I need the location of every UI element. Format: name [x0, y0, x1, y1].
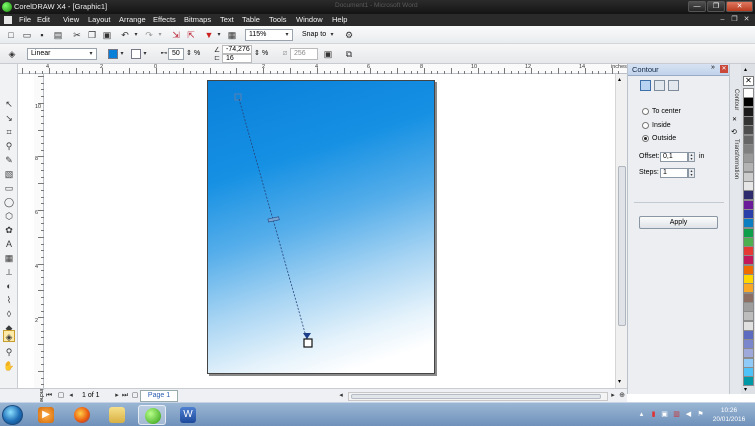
- steps-spinner[interactable]: ▴ ▾: [688, 168, 695, 178]
- taskbar-word[interactable]: W: [174, 405, 202, 425]
- docker-header: Contour » ✕: [628, 64, 730, 76]
- fill-direction-arrow-icon: [303, 333, 311, 339]
- offset-input[interactable]: 0,1: [660, 152, 688, 162]
- add-page-before-icon[interactable]: ▢: [57, 391, 65, 400]
- first-page-icon[interactable]: ⏮: [45, 391, 53, 400]
- docker-close-icon[interactable]: ✕: [720, 65, 728, 73]
- taskbar-explorer[interactable]: [103, 405, 131, 425]
- taskbar-firefox[interactable]: [68, 405, 96, 425]
- fill-start-handle[interactable]: [234, 93, 242, 101]
- next-page-icon[interactable]: ▸: [113, 391, 121, 400]
- offset-label: Offset:: [639, 153, 660, 160]
- palette-scroll-down-icon[interactable]: ▾: [744, 386, 747, 393]
- page-tab[interactable]: Page 1: [140, 390, 178, 402]
- media-player-icon: ▶: [38, 407, 54, 423]
- last-page-icon[interactable]: ⏭: [121, 391, 129, 400]
- horizontal-scrollbar[interactable]: [348, 392, 608, 401]
- taskbar-media-player[interactable]: ▶: [32, 405, 60, 425]
- steps-label: Steps:: [639, 169, 659, 176]
- tray-network-icon[interactable]: ▥: [673, 411, 680, 418]
- tray-flag-icon[interactable]: ⚑: [697, 411, 704, 418]
- color-swatch[interactable]: [743, 376, 754, 387]
- tray-alert-icon[interactable]: ▮: [650, 411, 657, 418]
- coreldraw-icon: [145, 408, 161, 424]
- page-count: 1 of 1: [82, 392, 100, 399]
- inside-label: Inside: [652, 122, 671, 129]
- contour-preset-icon[interactable]: [640, 80, 651, 91]
- midpoint-slider-handle[interactable]: [267, 216, 280, 223]
- divider: [634, 202, 724, 203]
- scroll-down-icon[interactable]: ▾: [618, 378, 621, 385]
- docker-title: Contour: [632, 65, 659, 74]
- steps-input[interactable]: 1: [660, 168, 688, 178]
- color-palette: ▴ ✕ ▾: [741, 64, 755, 394]
- tab-transformation[interactable]: Transformation: [731, 139, 741, 179]
- taskbar-coreldraw[interactable]: [138, 405, 166, 425]
- outside-radio[interactable]: [642, 135, 649, 142]
- to-center-radio[interactable]: [642, 108, 649, 115]
- docker-expand-icon[interactable]: »: [711, 64, 715, 71]
- tab-contour[interactable]: Contour: [731, 89, 741, 110]
- tray-volume-icon[interactable]: ◀: [685, 411, 692, 418]
- tray-expand-icon[interactable]: ▴: [638, 411, 645, 418]
- docker-tab-strip: Contour ✕ ⟲ Transformation: [729, 64, 741, 394]
- offset-unit: in: [699, 153, 705, 160]
- folder-icon: [109, 407, 125, 423]
- windows-taskbar: ▶ W ▴ ▮ ▣ ▥ ◀ ⚑ 10:26 20/01/2016: [0, 402, 755, 426]
- taskbar-clock[interactable]: 10:26 20/01/2016: [708, 406, 750, 424]
- outside-label: Outside: [652, 135, 677, 142]
- fill-end-handle[interactable]: [303, 338, 313, 348]
- tray-display-icon[interactable]: ▣: [661, 411, 668, 418]
- no-color-swatch[interactable]: ✕: [743, 76, 754, 86]
- start-button[interactable]: [2, 405, 23, 425]
- offset-spinner[interactable]: ▴ ▾: [688, 152, 695, 162]
- palette-scroll-up-icon[interactable]: ▴: [744, 66, 747, 73]
- scroll-left-icon[interactable]: ◂: [337, 391, 345, 400]
- tab-close-icon[interactable]: ✕: [732, 116, 737, 123]
- transformation-icon: ⟲: [731, 129, 737, 136]
- navigator-icon[interactable]: ⊕: [618, 391, 626, 400]
- firefox-icon: [74, 407, 90, 423]
- clock-date: 20/01/2016: [712, 416, 746, 423]
- contour-fill-color-icon[interactable]: [668, 80, 679, 91]
- word-icon: W: [180, 407, 196, 423]
- vertical-scrollbar[interactable]: ▴ ▾: [615, 74, 627, 388]
- vertical-scroll-thumb[interactable]: [618, 166, 626, 326]
- to-center-label: To center: [652, 108, 681, 115]
- add-page-after-icon[interactable]: ▢: [131, 391, 139, 400]
- previous-page-icon[interactable]: ◂: [67, 391, 75, 400]
- apply-button[interactable]: Apply: [639, 216, 718, 229]
- inside-radio[interactable]: [642, 122, 649, 129]
- page-navigator-bar: inches ⏮ ▢ ◂ 1 of 1 ▸ ⏭ ▢ Page 1 ◂ ▸ ⊕: [0, 388, 627, 405]
- horizontal-scroll-thumb[interactable]: [351, 394, 601, 399]
- scroll-right-icon[interactable]: ▸: [609, 391, 617, 400]
- contour-docker: Contour » ✕ To center Inside Outside Off…: [627, 64, 730, 394]
- clock-time: 10:26: [720, 407, 738, 414]
- scroll-up-icon[interactable]: ▴: [618, 76, 621, 83]
- contour-line-color-icon[interactable]: [654, 80, 665, 91]
